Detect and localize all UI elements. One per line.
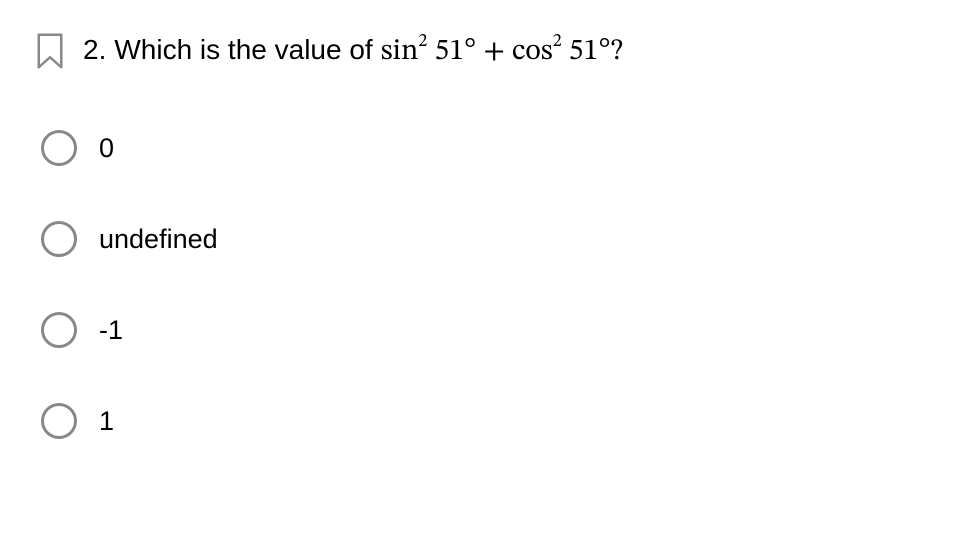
radio-icon bbox=[41, 403, 77, 439]
radio-icon bbox=[41, 130, 77, 166]
question-row: 2. Which is the value of sin2 51° + cos2… bbox=[35, 30, 925, 75]
radio-icon bbox=[41, 221, 77, 257]
bookmark-button[interactable] bbox=[35, 30, 65, 75]
bookmark-icon bbox=[35, 32, 65, 70]
option-label: -1 bbox=[99, 315, 123, 346]
question-number: 2. bbox=[83, 30, 106, 69]
option-label: 0 bbox=[99, 133, 114, 164]
question-math: sin2 51° + cos2 51°? bbox=[381, 31, 623, 73]
question-text: 2. Which is the value of sin2 51° + cos2… bbox=[83, 30, 623, 73]
option-0[interactable]: 0 bbox=[41, 130, 925, 166]
option-label: undefined bbox=[99, 224, 218, 255]
option-3[interactable]: 1 bbox=[41, 403, 925, 439]
question-stem: Which is the value of bbox=[114, 30, 372, 69]
radio-icon bbox=[41, 312, 77, 348]
option-2[interactable]: -1 bbox=[41, 312, 925, 348]
options-list: 0 undefined -1 1 bbox=[35, 130, 925, 439]
option-1[interactable]: undefined bbox=[41, 221, 925, 257]
option-label: 1 bbox=[99, 406, 114, 437]
